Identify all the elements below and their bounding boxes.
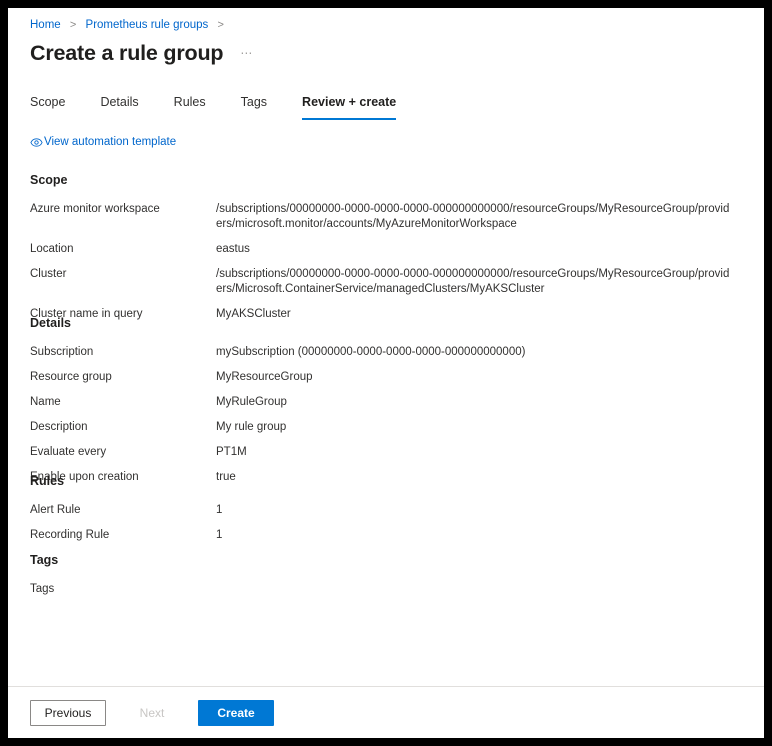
- tab-scope[interactable]: Scope: [30, 94, 65, 120]
- row-label: Evaluate every: [30, 446, 107, 458]
- row-label: Subscription: [30, 346, 94, 358]
- row-value: My rule group: [216, 421, 287, 433]
- next-button: Next: [114, 699, 190, 726]
- row-name: Name MyRuleGroup: [30, 395, 752, 410]
- row-azure-monitor-workspace: Azure monitor workspace /subscriptions/0…: [30, 202, 752, 232]
- row-label: Location: [30, 243, 74, 255]
- view-automation-template-link[interactable]: View automation template: [30, 135, 176, 150]
- section-heading-scope: Scope: [30, 173, 68, 187]
- row-value: 1: [216, 504, 223, 516]
- tab-details[interactable]: Details: [100, 94, 138, 120]
- tab-tags[interactable]: Tags: [241, 94, 267, 120]
- row-label: Tags: [30, 583, 55, 595]
- more-options-icon[interactable]: ⋯: [240, 46, 253, 60]
- row-value: MyResourceGroup: [216, 371, 313, 383]
- breadcrumb: Home > Prometheus rule groups >: [30, 18, 230, 33]
- row-location: Location eastus: [30, 242, 752, 257]
- blade-content: Home > Prometheus rule groups > Create a…: [8, 8, 764, 686]
- breadcrumb-item-prometheus-rule-groups[interactable]: Prometheus rule groups: [86, 19, 209, 31]
- row-resource-group: Resource group MyResourceGroup: [30, 370, 752, 385]
- wizard-tabs: Scope Details Rules Tags Review + create: [30, 94, 431, 120]
- row-label: Description: [30, 421, 88, 433]
- title-row: Create a rule group ⋯: [30, 39, 253, 67]
- section-heading-rules: Rules: [30, 474, 65, 488]
- row-value: /subscriptions/00000000-0000-0000-0000-0…: [216, 268, 730, 295]
- row-alert-rule: Alert Rule 1: [30, 503, 752, 518]
- row-label: Recording Rule: [30, 529, 110, 541]
- row-label: Resource group: [30, 371, 112, 383]
- blade-panel: Home > Prometheus rule groups > Create a…: [8, 8, 764, 738]
- breadcrumb-item-home[interactable]: Home: [30, 19, 61, 31]
- section-heading-details: Details: [30, 316, 71, 330]
- row-value: /subscriptions/00000000-0000-0000-0000-0…: [216, 203, 730, 230]
- row-label: Azure monitor workspace: [30, 203, 160, 215]
- row-recording-rule: Recording Rule 1: [30, 528, 752, 543]
- view-automation-template-label: View automation template: [44, 136, 177, 148]
- breadcrumb-separator-icon-2: >: [217, 19, 224, 31]
- tab-rules[interactable]: Rules: [174, 94, 206, 120]
- tab-review-create[interactable]: Review + create: [302, 94, 397, 120]
- section-tags: Tags Tags: [30, 552, 752, 607]
- wizard-footer: Previous Next Create: [8, 686, 764, 738]
- row-label: Cluster: [30, 268, 67, 280]
- row-cluster: Cluster /subscriptions/00000000-0000-000…: [30, 267, 752, 297]
- section-rules: Rules Alert Rule 1 Recording Rule 1: [30, 473, 752, 553]
- section-details: Details Subscription mySubscription (000…: [30, 315, 752, 495]
- section-heading-tags: Tags: [30, 553, 59, 567]
- row-description: Description My rule group: [30, 420, 752, 435]
- section-scope: Scope Azure monitor workspace /subscript…: [30, 172, 752, 332]
- row-tags: Tags: [30, 582, 752, 597]
- create-button[interactable]: Create: [198, 699, 274, 726]
- row-value: PT1M: [216, 446, 247, 458]
- page-title: Create a rule group: [30, 41, 224, 65]
- row-value: 1: [216, 529, 223, 541]
- breadcrumb-separator-icon: >: [69, 19, 77, 31]
- row-subscription: Subscription mySubscription (00000000-00…: [30, 345, 752, 360]
- row-label: Alert Rule: [30, 504, 81, 516]
- row-value: mySubscription (00000000-0000-0000-0000-…: [216, 346, 526, 358]
- row-evaluate-every: Evaluate every PT1M: [30, 445, 752, 460]
- row-label: Name: [30, 396, 61, 408]
- row-value: MyRuleGroup: [216, 396, 287, 408]
- eye-icon: [30, 138, 43, 147]
- previous-button[interactable]: Previous: [30, 699, 106, 726]
- row-value: eastus: [216, 243, 250, 255]
